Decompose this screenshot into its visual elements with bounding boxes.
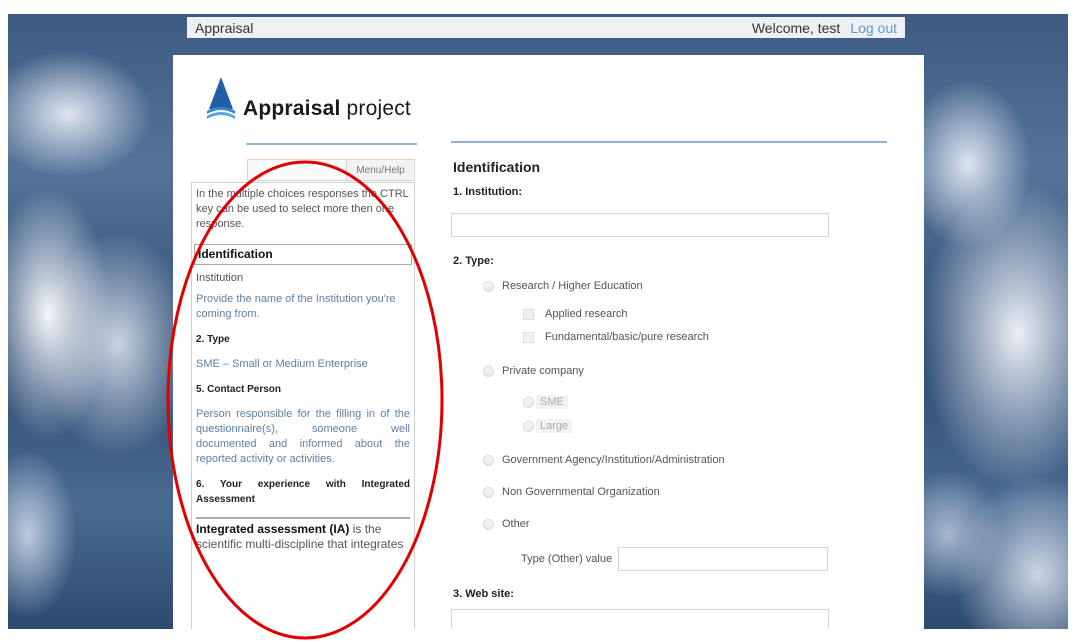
help-bar: Menu/Help — [247, 159, 415, 181]
radio-other[interactable] — [483, 518, 494, 530]
option-fundamental-label: Fundamental/basic/pure research — [545, 331, 709, 343]
divider-right — [451, 141, 887, 143]
help-content[interactable]: In the multiple choices responses the CT… — [191, 182, 415, 629]
help-ia-text: Integrated assessment (IA) is the scient… — [196, 517, 410, 552]
option-research-label: Research / Higher Education — [502, 280, 643, 292]
help-institution-label: Institution — [196, 272, 244, 284]
help-intro: In the multiple choices responses the CT… — [196, 188, 409, 230]
logout-link[interactable]: Log out — [850, 20, 897, 36]
help-institution-text: Provide the name of the Institution you'… — [196, 293, 396, 320]
logo-text-rest: project — [340, 97, 411, 120]
option-government[interactable]: Government Agency/Institution/Administra… — [483, 454, 725, 466]
main-panel: Appraisal project Menu/Help In the multi… — [173, 55, 924, 629]
institution-question: 1. Institution: — [453, 186, 523, 198]
option-applied-label: Applied research — [545, 308, 628, 320]
radio-sme[interactable] — [523, 396, 534, 408]
option-fundamental[interactable]: Fundamental/basic/pure research — [523, 331, 709, 343]
option-other[interactable]: Other — [483, 518, 530, 530]
menu-help-button[interactable]: Menu/Help — [346, 160, 414, 180]
option-private-label: Private company — [502, 365, 584, 377]
option-large[interactable]: Large — [523, 419, 573, 433]
option-applied[interactable]: Applied research — [523, 308, 628, 320]
option-research[interactable]: Research / Higher Education — [483, 280, 643, 292]
option-ngo[interactable]: Non Governmental Organization — [483, 486, 660, 498]
type-question: 2. Type: — [453, 255, 494, 267]
institution-input[interactable] — [451, 213, 829, 237]
help-contact-heading: 5. Contact Person — [196, 384, 282, 395]
website-input[interactable] — [451, 609, 829, 629]
identification-form: Identification 1. Institution: 2. Type: … — [451, 159, 893, 629]
help-ia-term: Integrated assessment (IA) — [196, 522, 350, 536]
divider-left — [246, 143, 417, 145]
welcome-text: Welcome, test — [751, 19, 841, 36]
help-contact-text: Person responsible for the filling in of… — [196, 408, 410, 465]
option-private[interactable]: Private company — [483, 365, 584, 377]
logo: Appraisal project — [205, 75, 411, 123]
other-type-row: Type (Other) value — [521, 547, 829, 571]
help-section-identification: Identification — [194, 244, 412, 265]
help-sme-text: SME – Small or Medium Enterprise — [196, 358, 368, 370]
checkbox-fundamental[interactable] — [523, 331, 534, 343]
option-government-label: Government Agency/Institution/Administra… — [502, 454, 725, 466]
appraisal-logo-icon — [207, 77, 235, 119]
option-large-label: Large — [536, 419, 573, 433]
radio-large[interactable] — [523, 420, 534, 432]
other-type-label: Type (Other) value — [521, 553, 613, 565]
top-bar: Appraisal Welcome, test Log out — [187, 17, 905, 38]
radio-private[interactable] — [483, 365, 494, 377]
logo-text-bold: Appraisal — [243, 97, 341, 120]
help-sidebar: Menu/Help In the multiple choices respon… — [191, 159, 415, 629]
radio-government[interactable] — [483, 454, 494, 466]
radio-research[interactable] — [483, 280, 494, 292]
option-sme[interactable]: SME — [523, 395, 568, 409]
website-question: 3. Web site: — [453, 588, 514, 600]
help-type-heading: 2. Type — [196, 334, 230, 345]
app-title: Appraisal — [195, 19, 254, 36]
option-sme-label: SME — [536, 395, 568, 409]
radio-ngo[interactable] — [483, 486, 494, 498]
other-type-input[interactable] — [618, 547, 829, 571]
option-other-label: Other — [502, 518, 530, 530]
form-title: Identification — [453, 159, 541, 175]
checkbox-applied[interactable] — [523, 308, 534, 320]
option-ngo-label: Non Governmental Organization — [502, 486, 660, 498]
help-experience-heading: 6. Your experience with Integrated Asses… — [196, 479, 410, 505]
